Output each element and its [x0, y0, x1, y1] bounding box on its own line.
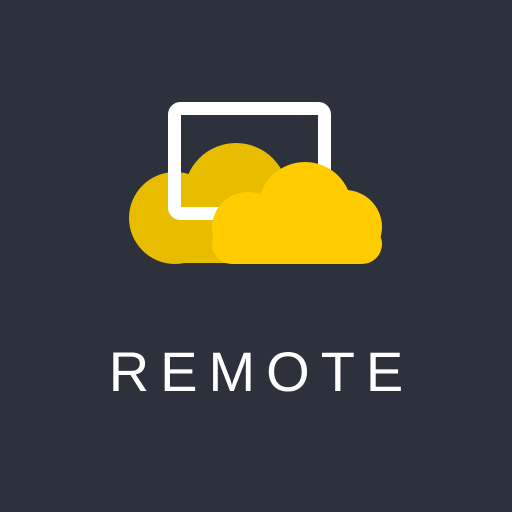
- app-name-label: REMOTE: [108, 340, 415, 403]
- app-icon[interactable]: REMOTE: [0, 0, 512, 512]
- cloud-screen-icon: [129, 102, 382, 264]
